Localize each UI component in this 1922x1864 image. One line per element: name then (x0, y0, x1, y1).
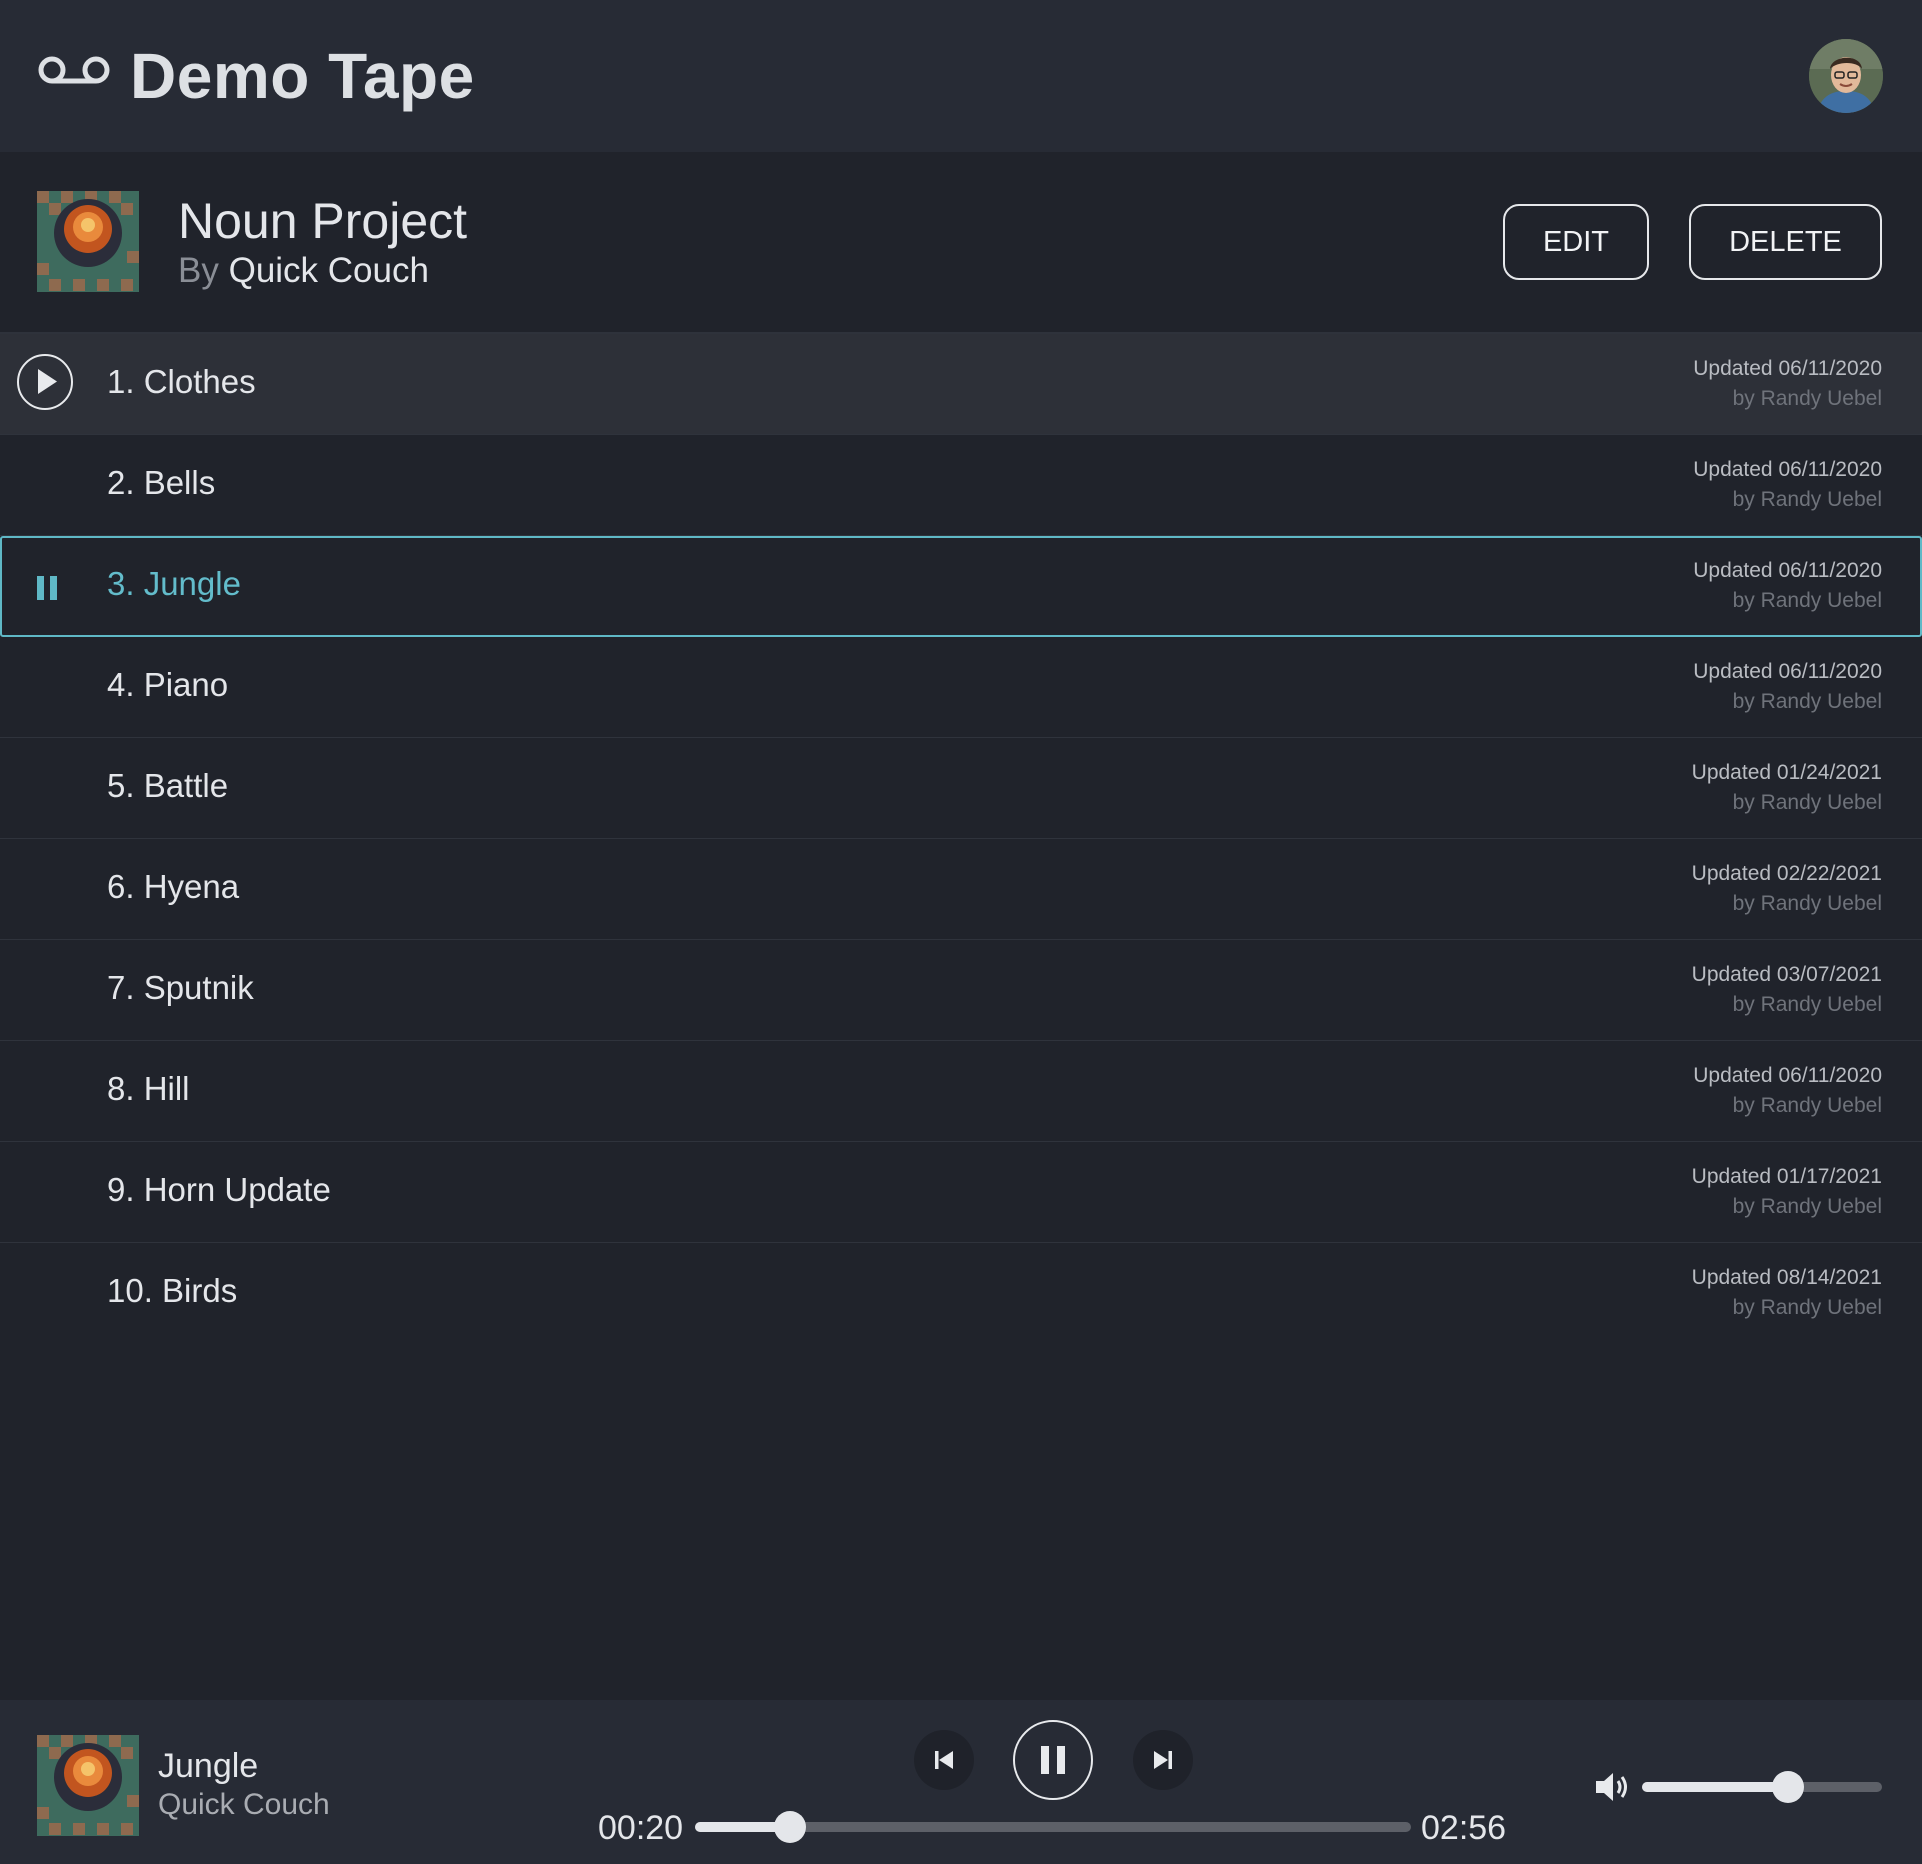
track-author: by Randy Uebel (1732, 791, 1882, 814)
track-updated: Updated 06/11/2020 (1693, 458, 1882, 481)
track-meta: Updated 03/07/2021 by Randy Uebel (1692, 960, 1882, 1020)
track-author: by Randy Uebel (1732, 1195, 1882, 1218)
track-row[interactable]: 2. Bells Updated 06/11/2020 by Randy Ueb… (0, 435, 1922, 536)
pause-icon[interactable] (1013, 1720, 1093, 1800)
track-row[interactable]: 7. Sputnik Updated 03/07/2021 by Randy U… (0, 940, 1922, 1041)
track-row[interactable]: 4. Piano Updated 06/11/2020 by Randy Ueb… (0, 637, 1922, 738)
track-author: by Randy Uebel (1732, 690, 1882, 713)
seek-bar[interactable] (695, 1811, 1411, 1843)
track-meta: Updated 06/11/2020 by Randy Uebel (1693, 455, 1882, 515)
track-title: 2. Bells (107, 464, 216, 501)
by-label: By (178, 251, 219, 290)
current-time: 00:20 (598, 1809, 684, 1847)
project-artwork (37, 191, 139, 292)
track-title: 4. Piano (107, 666, 229, 703)
track-row-playing[interactable]: 3. Jungle Updated 06/11/2020 by Randy Ue… (0, 536, 1922, 637)
track-title: 10. Birds (107, 1272, 238, 1309)
track-row[interactable]: 1. Clothes Updated 06/11/2020 by Randy U… (0, 334, 1922, 435)
app-title[interactable]: Demo Tape (130, 38, 475, 114)
track-title: 9. Horn Update (107, 1171, 331, 1208)
track-updated: Updated 06/11/2020 (1693, 357, 1882, 380)
now-playing-title: Jungle (158, 1747, 259, 1785)
track-updated: Updated 03/07/2021 (1691, 963, 1882, 986)
volume-slider[interactable] (1642, 1771, 1882, 1803)
track-title: 8. Hill (107, 1070, 190, 1107)
volume-level (1642, 1782, 1789, 1792)
volume-icon[interactable] (1594, 1770, 1630, 1804)
project-title: Noun Project (178, 193, 468, 249)
track-author: by Randy Uebel (1732, 387, 1882, 410)
project-byline: By Quick Couch (178, 250, 429, 292)
track-updated: Updated 06/11/2020 (1693, 660, 1882, 683)
volume-handle[interactable] (1772, 1771, 1805, 1803)
track-updated: Updated 02/22/2021 (1691, 862, 1882, 885)
track-meta: Updated 01/24/2021 by Randy Uebel (1692, 758, 1882, 818)
total-time: 02:56 (1421, 1809, 1507, 1847)
track-title: 3. Jungle (107, 565, 241, 602)
track-meta: Updated 08/14/2021 by Randy Uebel (1692, 1263, 1882, 1323)
now-playing-artist: Quick Couch (158, 1788, 330, 1821)
track-row[interactable]: 5. Battle Updated 01/24/2021 by Randy Ue… (0, 738, 1922, 839)
track-updated: Updated 01/17/2021 (1691, 1165, 1882, 1188)
track-updated: Updated 06/11/2020 (1693, 1064, 1882, 1087)
track-author: by Randy Uebel (1732, 589, 1882, 612)
track-updated: Updated 01/24/2021 (1691, 761, 1882, 784)
track-meta: Updated 06/11/2020 by Randy Uebel (1693, 657, 1882, 717)
track-meta: Updated 01/17/2021 by Randy Uebel (1692, 1162, 1882, 1222)
track-row[interactable]: 8. Hill Updated 06/11/2020 by Randy Uebe… (0, 1041, 1922, 1142)
track-row[interactable]: 10. Birds Updated 08/14/2021 by Randy Ue… (0, 1243, 1922, 1344)
now-playing-artwork (37, 1735, 139, 1836)
track-author: by Randy Uebel (1732, 1094, 1882, 1117)
track-title: 5. Battle (107, 767, 229, 804)
track-title: 1. Clothes (107, 363, 256, 400)
play-icon[interactable] (17, 354, 73, 410)
seek-handle[interactable] (773, 1811, 806, 1843)
delete-button[interactable]: DELETE (1689, 204, 1882, 280)
track-author: by Randy Uebel (1732, 892, 1882, 915)
track-meta: Updated 06/11/2020 by Randy Uebel (1693, 354, 1882, 414)
track-meta: Updated 02/22/2021 by Randy Uebel (1692, 859, 1882, 919)
skip-previous-icon[interactable] (914, 1730, 974, 1790)
skip-next-icon[interactable] (1133, 1730, 1193, 1790)
track-author: by Randy Uebel (1732, 488, 1882, 511)
track-author: by Randy Uebel (1732, 1296, 1882, 1319)
edit-button[interactable]: EDIT (1503, 204, 1649, 280)
track-meta: Updated 06/11/2020 by Randy Uebel (1693, 1061, 1882, 1121)
track-title: 7. Sputnik (107, 969, 254, 1006)
app-header: Demo Tape (0, 0, 1922, 152)
pause-icon[interactable] (36, 576, 62, 600)
voicemail-icon[interactable] (37, 52, 111, 94)
track-meta: Updated 06/11/2020 by Randy Uebel (1693, 556, 1882, 616)
track-row[interactable]: 9. Horn Update Updated 01/17/2021 by Ran… (0, 1142, 1922, 1243)
project-artist[interactable]: Quick Couch (229, 251, 429, 290)
track-updated: Updated 08/14/2021 (1691, 1266, 1882, 1289)
track-list: 1. Clothes Updated 06/11/2020 by Randy U… (0, 334, 1922, 1344)
player-bar: Jungle Quick Couch 00:20 02:56 (0, 1700, 1922, 1864)
track-updated: Updated 06/11/2020 (1693, 559, 1882, 582)
track-title: 6. Hyena (107, 868, 240, 905)
user-avatar[interactable] (1809, 39, 1883, 113)
track-author: by Randy Uebel (1732, 993, 1882, 1016)
track-row[interactable]: 6. Hyena Updated 02/22/2021 by Randy Ueb… (0, 839, 1922, 940)
